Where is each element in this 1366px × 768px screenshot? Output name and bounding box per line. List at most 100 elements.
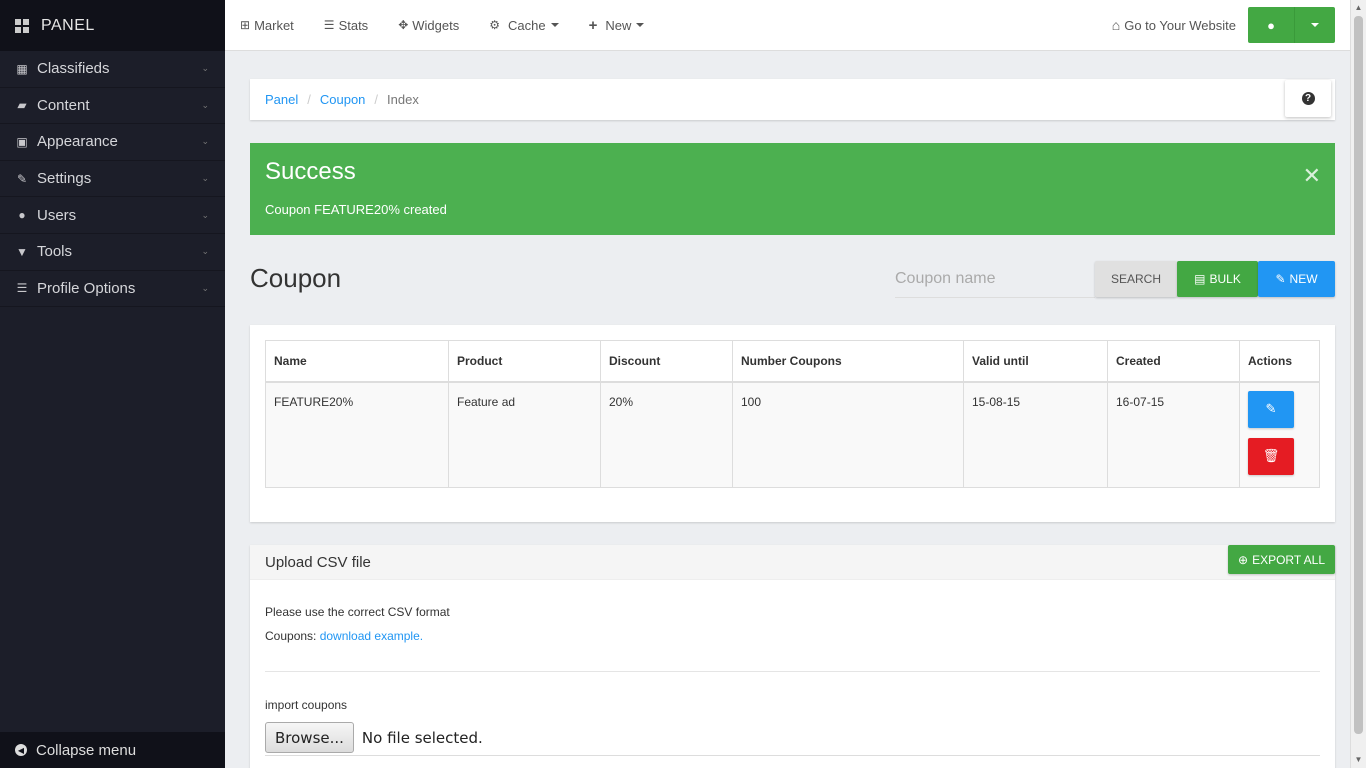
- breadcrumb: Panel / Coupon / Index ?: [250, 79, 1335, 120]
- cell-valid-until: 15-08-15: [963, 381, 1108, 488]
- brand[interactable]: PANEL: [0, 0, 225, 51]
- go-to-website-link[interactable]: ⌂ Go to Your Website: [1112, 0, 1236, 51]
- export-all-label: EXPORT ALL: [1252, 552, 1325, 567]
- coupon-search-input[interactable]: [895, 260, 1095, 298]
- cell-actions: ✎ 🗑: [1239, 381, 1320, 488]
- col-header-number-coupons: Number Coupons: [732, 340, 964, 383]
- download-example-link[interactable]: download example.: [320, 629, 423, 643]
- nav-market-label: Market: [254, 17, 294, 33]
- nav-new-dropdown[interactable]: + New: [574, 0, 660, 51]
- sidebar-item-label: Users: [37, 206, 77, 224]
- sidebar-item-label: Content: [37, 96, 90, 114]
- go-to-website-label: Go to Your Website: [1124, 17, 1236, 33]
- panel-grid-icon: [15, 18, 29, 33]
- download-circle-icon: ⊕: [1238, 552, 1249, 567]
- caret-down-icon: [636, 23, 645, 27]
- scroll-up-arrow[interactable]: ▲: [1351, 0, 1366, 16]
- sidebar-item-label: Settings: [37, 170, 92, 188]
- nav-widgets[interactable]: ✥ Widgets: [383, 0, 474, 51]
- grid-icon: ▦: [16, 61, 28, 76]
- col-header-valid-until: Valid until: [963, 340, 1108, 383]
- cell-name: FEATURE20%: [265, 381, 449, 488]
- export-all-button[interactable]: ⊕ EXPORT ALL: [1228, 545, 1335, 574]
- coupon-table: Name Product Discount Number Coupons Val…: [265, 340, 1320, 488]
- cell-discount: 20%: [600, 381, 733, 488]
- new-button[interactable]: ✎ NEW: [1258, 261, 1335, 297]
- nav-stats[interactable]: ☰ Stats: [309, 0, 383, 51]
- cell-created: 16-07-15: [1107, 381, 1240, 488]
- chevron-down-icon: ⌄: [201, 136, 209, 147]
- sidebar-item-label: Profile Options: [37, 279, 136, 297]
- chevron-down-icon: ⌄: [201, 63, 209, 74]
- upload-panel-heading: Upload CSV file: [250, 545, 1335, 580]
- help-button[interactable]: ?: [1285, 80, 1331, 117]
- edit-icon: ✎: [1265, 401, 1277, 416]
- nav-cache-label: Cache: [507, 17, 546, 33]
- breadcrumb-separator: /: [307, 92, 311, 107]
- close-icon[interactable]: ✕: [1303, 163, 1321, 189]
- trash-icon: 🗑: [1262, 448, 1280, 463]
- file-input[interactable]: Browse... No file selected.: [265, 722, 1320, 756]
- upload-csv-panel: Upload CSV file ⊕ EXPORT ALL Please use …: [250, 545, 1335, 768]
- coupon-table-panel: Name Product Discount Number Coupons Val…: [250, 325, 1335, 522]
- filter-icon: ▼: [16, 244, 28, 259]
- sidebar: PANEL ▦ Classifieds ⌄ ▰ Content ⌄ ▣ Appe…: [0, 0, 225, 768]
- collapse-menu-label: Collapse menu: [36, 741, 137, 759]
- nav-market[interactable]: ⊞ Market: [225, 0, 309, 51]
- vertical-scrollbar[interactable]: ▲ ▼: [1350, 0, 1366, 768]
- collapse-menu-button[interactable]: ◀ Collapse menu: [0, 732, 225, 768]
- user-icon[interactable]: ●: [1248, 7, 1294, 43]
- sidebar-item-settings[interactable]: ✎ Settings ⌄: [0, 161, 225, 198]
- sidebar-item-classifieds[interactable]: ▦ Classifieds ⌄: [0, 51, 225, 88]
- chevron-down-icon: ⌄: [201, 209, 209, 220]
- search-button[interactable]: SEARCH: [1095, 261, 1177, 297]
- sitemap-icon: ⊞: [240, 18, 251, 32]
- col-header-actions: Actions: [1239, 340, 1320, 383]
- divider: [265, 671, 1320, 672]
- nav-stats-label: Stats: [338, 17, 369, 33]
- breadcrumb-panel[interactable]: Panel: [265, 92, 298, 107]
- scroll-down-arrow[interactable]: ▼: [1351, 752, 1366, 768]
- spreadsheet-icon: ▤: [1194, 272, 1206, 286]
- edit-button[interactable]: ✎: [1248, 390, 1294, 428]
- delete-button[interactable]: 🗑: [1248, 437, 1294, 475]
- import-coupons-label: import coupons: [265, 698, 348, 712]
- sidebar-item-content[interactable]: ▰ Content ⌄: [0, 88, 225, 125]
- move-icon: ✥: [398, 18, 409, 32]
- breadcrumb-coupon[interactable]: Coupon: [320, 92, 366, 107]
- caret-down-icon: [1311, 23, 1319, 27]
- topbar-right: ⌂ Go to Your Website ●: [1112, 0, 1350, 51]
- sidebar-item-appearance[interactable]: ▣ Appearance ⌄: [0, 124, 225, 161]
- bulk-button-label: BULK: [1209, 272, 1241, 286]
- page-header: Coupon SEARCH ▤BULK ✎NEW: [250, 260, 1335, 298]
- col-header-discount: Discount: [600, 340, 733, 383]
- nav-new-label: New: [605, 17, 632, 33]
- sidebar-item-profile-options[interactable]: ☰ Profile Options ⌄: [0, 271, 225, 308]
- browse-button[interactable]: Browse...: [265, 722, 354, 753]
- user-menu-button[interactable]: ●: [1248, 7, 1335, 43]
- col-header-product: Product: [448, 340, 601, 383]
- cell-product: Feature ad: [448, 381, 601, 488]
- sidebar-item-tools[interactable]: ▼ Tools ⌄: [0, 234, 225, 271]
- csv-format-note: Please use the correct CSV format: [265, 605, 450, 619]
- sidebar-item-label: Classifieds: [37, 60, 110, 78]
- image-icon: ▣: [16, 134, 28, 149]
- nav-widgets-label: Widgets: [412, 17, 460, 33]
- coupons-prefix: Coupons:: [265, 629, 320, 643]
- breadcrumb-separator: /: [374, 92, 379, 107]
- pencil-icon: ✎: [1275, 272, 1286, 286]
- nav-cache-dropdown[interactable]: ⚙ Cache: [474, 0, 573, 51]
- sidebar-item-label: Tools: [37, 243, 73, 261]
- plus-icon: +: [588, 16, 598, 34]
- user-menu-toggle[interactable]: [1294, 7, 1335, 43]
- scrollbar-thumb[interactable]: [1354, 16, 1363, 734]
- caret-down-icon: [550, 23, 559, 27]
- wrench-icon: ✎: [16, 171, 28, 186]
- bulk-button[interactable]: ▤ BULK: [1177, 261, 1258, 297]
- sidebar-item-users[interactable]: ● Users ⌄: [0, 197, 225, 234]
- chevron-down-icon: ⌄: [201, 246, 209, 257]
- table-row: FEATURE20% Feature ad 20% 100 15-08-15 1…: [265, 381, 1320, 488]
- chevron-down-icon: ⌄: [201, 282, 209, 293]
- cell-number-coupons: 100: [732, 381, 964, 488]
- page-title: Coupon: [250, 263, 342, 293]
